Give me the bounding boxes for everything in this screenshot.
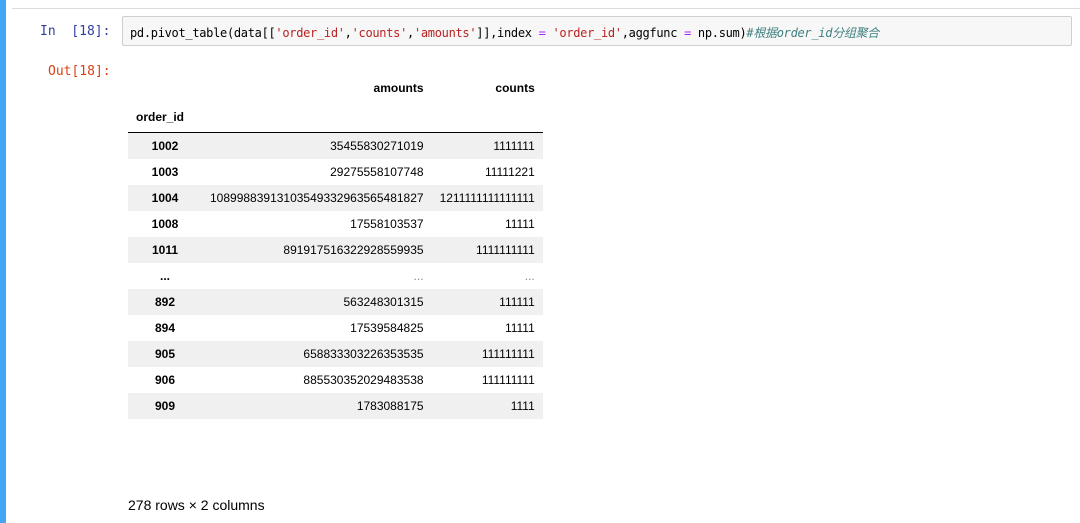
cell-counts: 1211111111111111: [439, 191, 535, 205]
code-token-plain: np.sum): [691, 26, 747, 40]
row-index: 894: [154, 321, 176, 335]
code-input-area[interactable]: pd.pivot_table(data[['order_id','counts'…: [122, 16, 1072, 46]
code-token-plain: ,: [344, 26, 352, 40]
row-index: 1002: [151, 139, 179, 153]
table-row: 1011 891917516322928559935 1111111111: [128, 237, 543, 263]
table-row: 1002 35455830271019 1111111: [128, 132, 543, 159]
row-index: ...: [159, 269, 170, 283]
cell-amounts: 17539584825: [350, 321, 424, 335]
code-token-string: 'amounts': [413, 26, 477, 40]
row-index: 909: [154, 399, 176, 413]
cell-counts: 1111111: [493, 139, 535, 153]
cell-counts: 11111: [504, 217, 535, 231]
cell-counts: 111111: [499, 295, 535, 309]
cell-counts: 111111111: [481, 373, 535, 387]
cell-counts: ...: [524, 269, 535, 283]
cell-amounts: 563248301315: [343, 295, 424, 309]
index-name-row: order_id: [128, 102, 543, 133]
cell-amounts: 885530352029483538: [303, 373, 424, 387]
row-index: 906: [154, 373, 176, 387]
dataframe-table: amounts counts order_id 1002 354558302710…: [128, 74, 543, 419]
output-prompt: Out[18]:: [48, 64, 111, 79]
column-header-counts: counts: [495, 81, 535, 95]
code-token-plain: ,: [407, 26, 414, 40]
table-row: 909 1783088175 1111: [128, 393, 543, 419]
row-index: 1003: [151, 165, 179, 179]
table-row: 905 658833303226353535 111111111: [128, 341, 543, 367]
cell-amounts: 891917516322928559935: [283, 243, 424, 257]
cell-amounts: ...: [413, 269, 424, 283]
code-line[interactable]: pd.pivot_table(data[['order_id','counts'…: [130, 24, 879, 41]
cell-amounts: 17558103537: [350, 217, 424, 231]
table-row: 906 885530352029483538 111111111: [128, 367, 543, 393]
column-header-row: amounts counts: [128, 74, 543, 102]
column-header-amounts: amounts: [373, 81, 424, 95]
header-spacer: [128, 74, 202, 102]
code-token-plain: ,aggfunc: [621, 26, 685, 40]
cell-counts: 11111221: [484, 165, 535, 179]
cell-counts: 111111111: [481, 347, 535, 361]
cell-amounts: 29275558107748: [330, 165, 424, 179]
table-row: 892 563248301315 111111: [128, 289, 543, 315]
row-index: 892: [154, 295, 176, 309]
cell-amounts: 10899883913103549332963565481827: [210, 191, 424, 205]
index-name: order_id: [128, 102, 202, 133]
cell-amounts: 35455830271019: [330, 139, 424, 153]
row-index: 1011: [151, 243, 179, 257]
table-row: 1004 10899883913103549332963565481827 1211…: [128, 185, 543, 211]
code-token-operator: =: [684, 26, 691, 40]
code-token-operator: =: [538, 26, 546, 40]
notebook-cell[interactable]: In [18]: pd.pivot_table(data[['order_id'…: [0, 0, 1080, 523]
shape-summary: 278 rows × 2 columns: [128, 497, 265, 513]
cell-counts: 11111: [504, 321, 535, 335]
code-token-comment: #根据order_id分组聚合: [746, 26, 879, 40]
code-token-string: 'order_id': [552, 26, 622, 40]
row-index: 1008: [151, 217, 179, 231]
cell-counts: 1111111111: [476, 243, 535, 257]
table-row: 1008 17558103537 11111: [128, 211, 543, 237]
cell-amounts: 1783088175: [356, 399, 424, 413]
index-name-spacer: [202, 102, 432, 133]
code-token-string: 'order_id': [275, 26, 345, 40]
cell-selection-bar: [0, 0, 6, 523]
code-token-string: 'counts': [351, 26, 408, 40]
code-token-plain: ]],index: [476, 26, 539, 40]
previous-cell-edge: [12, 0, 1080, 9]
cell-counts: 1111: [510, 399, 535, 413]
table-row: .........: [128, 263, 543, 289]
row-index: 1004: [151, 191, 179, 205]
input-prompt: In [18]:: [40, 24, 111, 39]
table-row: 1003 29275558107748 11111221: [128, 159, 543, 185]
code-token-plain: pd.pivot_table(data[[: [130, 26, 276, 40]
index-name-spacer: [431, 102, 543, 133]
cell-amounts: 658833303226353535: [303, 347, 424, 361]
table-body: 1002 35455830271019 1111111 1003 29275558107…: [128, 132, 543, 419]
row-index: 905: [154, 347, 176, 361]
table-row: 894 17539584825 11111: [128, 315, 543, 341]
